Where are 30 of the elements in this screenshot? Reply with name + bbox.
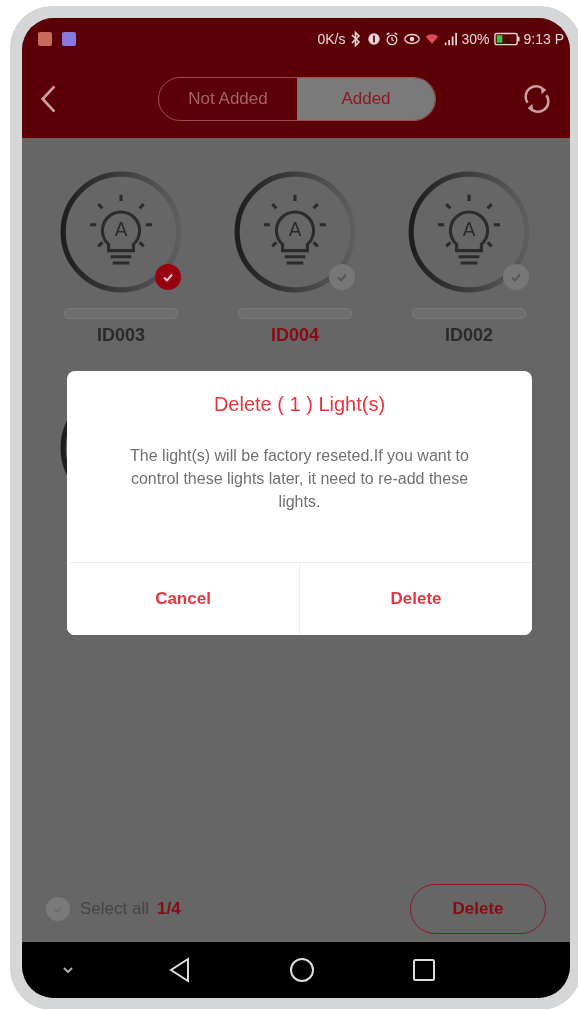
light-bulb-icon[interactable]: A xyxy=(407,170,531,294)
signal-icon xyxy=(443,31,458,47)
tab[interactable]: Added xyxy=(297,78,435,120)
light-bulb-icon[interactable]: A xyxy=(233,170,357,294)
dialog-button[interactable]: Delete xyxy=(299,563,532,635)
home-icon[interactable] xyxy=(288,956,316,984)
recents-icon[interactable] xyxy=(410,956,438,984)
alarm-icon xyxy=(385,31,400,47)
notification-icon xyxy=(38,32,52,46)
dialog-title: Delete ( 1 ) Light(s) xyxy=(212,393,387,416)
light-label: ID004 xyxy=(270,325,319,346)
dialog-message: The light(s) will be factory reseted.If you want to control these lights later, it need to re-add these lights. xyxy=(129,446,470,512)
back-icon[interactable] xyxy=(40,84,58,114)
light-bulb-icon[interactable]: A xyxy=(59,170,183,294)
notification-icon xyxy=(62,32,76,46)
network-speed: 0K/s xyxy=(317,31,346,47)
checkbox[interactable] xyxy=(329,264,355,290)
battery-percentage: 30% xyxy=(461,31,490,47)
checkbox[interactable] xyxy=(155,264,181,290)
refresh-icon[interactable] xyxy=(522,84,552,114)
light-label: ID002 xyxy=(444,325,493,346)
delete-button[interactable]: Delete xyxy=(410,884,546,934)
tab[interactable]: Not Added xyxy=(159,78,297,120)
selection-count: 1/4 xyxy=(157,899,181,919)
eye-icon xyxy=(403,31,422,47)
light-label: ID003 xyxy=(96,325,145,346)
clock: 9:13 P xyxy=(523,31,564,47)
battery-icon xyxy=(493,32,520,46)
circle-icon xyxy=(367,31,382,47)
checkbox[interactable] xyxy=(503,264,529,290)
